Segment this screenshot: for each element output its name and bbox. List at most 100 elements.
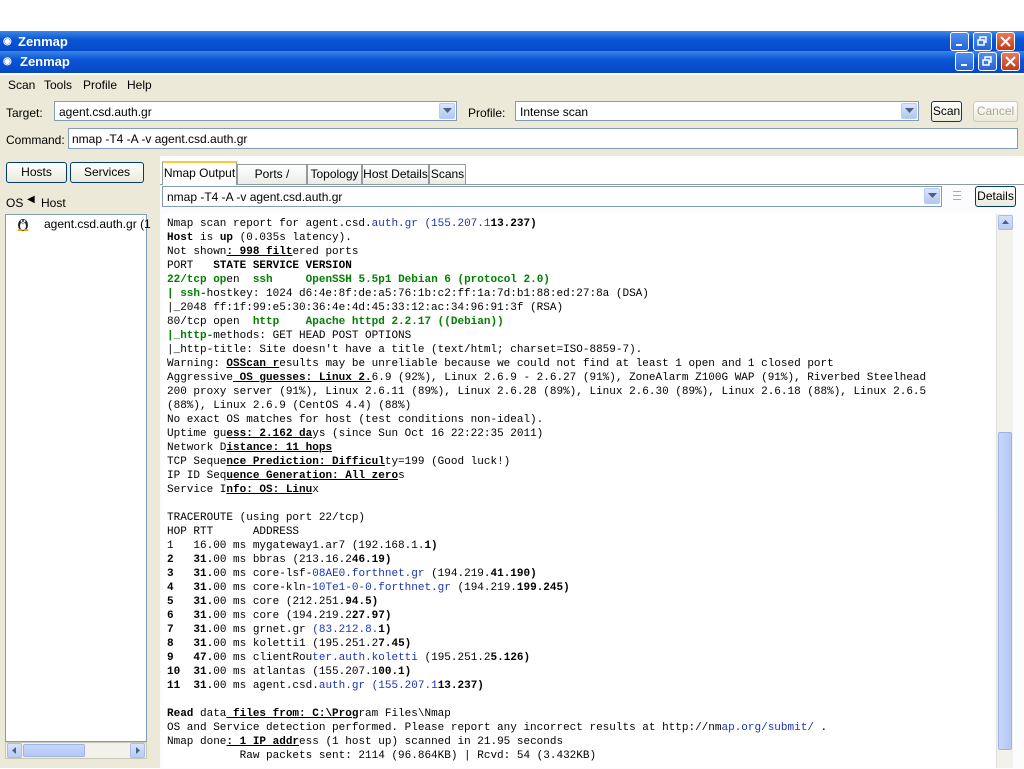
host-list-horizontal-scrollbar[interactable] (5, 742, 147, 759)
scroll-left-arrow-icon[interactable] (7, 743, 22, 758)
menu-profile[interactable]: Profile (83, 78, 117, 92)
output-line: 2 31.00 ms bbras (213.16.246.19) (167, 554, 392, 566)
zenmap-eye-icon: ◉ (3, 36, 12, 47)
command-label: Command: (6, 133, 65, 147)
output-line: IP ID Sequence Generation: All zeros (167, 470, 405, 482)
details-button[interactable]: Details (975, 186, 1016, 207)
output-line: Nmap done: 1 IP address (1 host up) scan… (167, 736, 564, 748)
outer-restore-button[interactable] (973, 32, 992, 51)
output-line: Nmap scan report for agent.csd.auth.gr (… (167, 218, 537, 230)
command-input[interactable]: nmap -T4 -A -v agent.csd.auth.gr (68, 128, 1018, 149)
inner-restore-button[interactable] (978, 52, 997, 71)
inner-minimize-button[interactable] (955, 52, 974, 71)
menu-help[interactable]: Help (127, 78, 152, 92)
output-line: 22/tcp open ssh OpenSSH 5.5p1 Debian 6 (… (167, 274, 550, 286)
output-line: Uptime guess: 2.162 days (since Sun Oct … (167, 428, 544, 440)
scan-button[interactable]: Scan (931, 101, 962, 122)
output-selected-value: nmap -T4 -A -v agent.csd.auth.gr (167, 190, 343, 204)
scroll-right-arrow-icon[interactable] (130, 743, 145, 758)
minimize-icon (956, 44, 962, 46)
output-line: |_http-methods: GET HEAD POST OPTIONS (167, 330, 412, 342)
tab-ports-hosts[interactable]: Ports / Hosts (237, 164, 307, 199)
output-line: 4 31.00 ms core-kln-10Te1-0-0.forthnet.g… (167, 582, 570, 594)
zenmap-eye-icon: ◉ (3, 56, 12, 67)
restore-icon (982, 56, 992, 66)
target-label: Target: (6, 106, 43, 120)
command-value: nmap -T4 -A -v agent.csd.auth.gr (72, 132, 248, 146)
dropdown-arrow-icon[interactable] (439, 103, 455, 119)
drag-handle-icon[interactable] (953, 189, 961, 203)
output-line: 80/tcp open http Apache httpd 2.2.17 ((D… (167, 316, 504, 328)
output-line: Aggressive OS guesses: Linux 2.6.9 (92%)… (167, 372, 927, 384)
output-vertical-scrollbar[interactable] (996, 214, 1013, 768)
column-host[interactable]: Host (41, 196, 66, 210)
outer-title-bar[interactable]: ◉ Zenmap (0, 31, 1024, 53)
vertical-scroll-thumb[interactable] (998, 432, 1012, 750)
output-line: 3 31.00 ms core-lsf-08AE0.forthnet.gr (1… (167, 568, 537, 580)
output-line: 7 31.00 ms grnet.gr (83.212.8.1) (167, 624, 392, 636)
output-line: 6 31.00 ms core (194.219.227.97) (167, 610, 392, 622)
close-icon (1005, 56, 1016, 67)
restore-icon (977, 36, 987, 46)
tab-scans[interactable]: Scans (429, 164, 466, 184)
nmap-output-text[interactable]: Nmap scan report for agent.csd.auth.gr (… (162, 214, 994, 768)
output-line: HOP RTT ADDRESS (167, 526, 300, 538)
hosts-button[interactable]: Hosts (6, 162, 67, 183)
output-line: 5 31.00 ms core (212.251.94.5) (167, 596, 379, 608)
output-line: TCP Sequence Prediction: Difficulty=199 … (167, 456, 511, 468)
output-line: TRACEROUTE (using port 22/tcp) (167, 512, 366, 524)
dropdown-arrow-icon[interactable] (924, 188, 940, 204)
minimize-icon (961, 64, 967, 66)
horizontal-scroll-thumb[interactable] (23, 744, 85, 757)
output-line: Warning: OSScan results may be unreliabl… (167, 358, 834, 370)
menu-tools[interactable]: Tools (44, 78, 72, 92)
tab-topology[interactable]: Topology (307, 164, 362, 184)
output-line: (88%), Linux 2.6.9 (CentOS 4.4) (88%) (167, 400, 412, 412)
output-line: |_2048 ff:1f:99:e5:30:36:4e:4d:45:33:12:… (167, 302, 564, 314)
output-line: Raw packets sent: 2114 (96.864KB) | Rcvd… (167, 750, 597, 762)
cancel-button[interactable]: Cancel (973, 101, 1018, 122)
output-line: 8 31.00 ms koletti1 (195.251.27.45) (167, 638, 412, 650)
tab-nmap-output[interactable]: Nmap Output (162, 161, 237, 185)
scan-toolbar: Target: agent.csd.auth.gr Profile: Inten… (0, 95, 1024, 156)
inner-window-title: Zenmap (20, 54, 70, 69)
profile-label: Profile: (468, 106, 506, 120)
output-line: 200 proxy server (91%), Linux 2.6.11 (89… (167, 386, 927, 398)
inner-title-bar[interactable]: ◉ Zenmap (0, 51, 1024, 73)
inner-close-button[interactable] (1001, 52, 1020, 71)
profile-combobox[interactable]: Intense scan (515, 101, 919, 121)
output-line: Read data files from: C:\Program Files\N… (167, 708, 451, 720)
sort-arrow-icon: ◀ (27, 194, 35, 205)
output-line: PORT STATE SERVICE VERSION (167, 260, 352, 272)
target-value: agent.csd.auth.gr (59, 105, 152, 119)
menu-bar: Scan Tools Profile Help (0, 75, 1024, 95)
output-line: Not shown: 998 filtered ports (167, 246, 359, 258)
menu-scan[interactable]: Scan (8, 78, 35, 92)
profile-value: Intense scan (520, 105, 589, 119)
output-line: OS and Service detection performed. Plea… (167, 722, 828, 734)
output-line: 10 31.00 ms atlantas (155.207.100.1) (167, 666, 412, 678)
linux-penguin-icon (17, 219, 29, 231)
output-line: Host is up (0.035s latency). (167, 232, 352, 244)
outer-close-button[interactable] (996, 32, 1015, 51)
services-button[interactable]: Services (70, 162, 144, 183)
host-list: agent.csd.auth.gr (1 (5, 214, 151, 742)
output-line: Network Distance: 11 hops (167, 442, 333, 454)
target-combobox[interactable]: agent.csd.auth.gr (54, 101, 457, 121)
output-line: |_http-title: Site doesn't have a title … (167, 344, 643, 356)
column-os[interactable]: OS (6, 196, 23, 210)
output-line: 9 47.00 ms clientRouter.auth.koletti (19… (167, 652, 531, 664)
dropdown-arrow-icon[interactable] (901, 103, 917, 119)
output-line: 11 31.00 ms agent.csd.auth.gr (155.207.1… (167, 680, 484, 692)
scroll-up-arrow-icon[interactable] (998, 215, 1013, 230)
outer-minimize-button[interactable] (950, 32, 969, 51)
output-line: 1 16.00 ms mygateway1.ar7 (192.168.1.1) (167, 540, 438, 552)
host-name: agent.csd.auth.gr (1 (44, 217, 151, 231)
outer-window-title: Zenmap (18, 34, 68, 49)
tab-host-details[interactable]: Host Details (362, 164, 429, 184)
output-host-selector[interactable]: nmap -T4 -A -v agent.csd.auth.gr (162, 186, 942, 207)
output-line: | ssh-hostkey: 1024 d6:4e:8f:de:a5:76:1b… (167, 288, 649, 300)
list-item[interactable]: agent.csd.auth.gr (1 (6, 215, 151, 233)
output-line: Service Info: OS: Linux (167, 484, 319, 496)
output-line: No exact OS matches for host (test condi… (167, 414, 544, 426)
